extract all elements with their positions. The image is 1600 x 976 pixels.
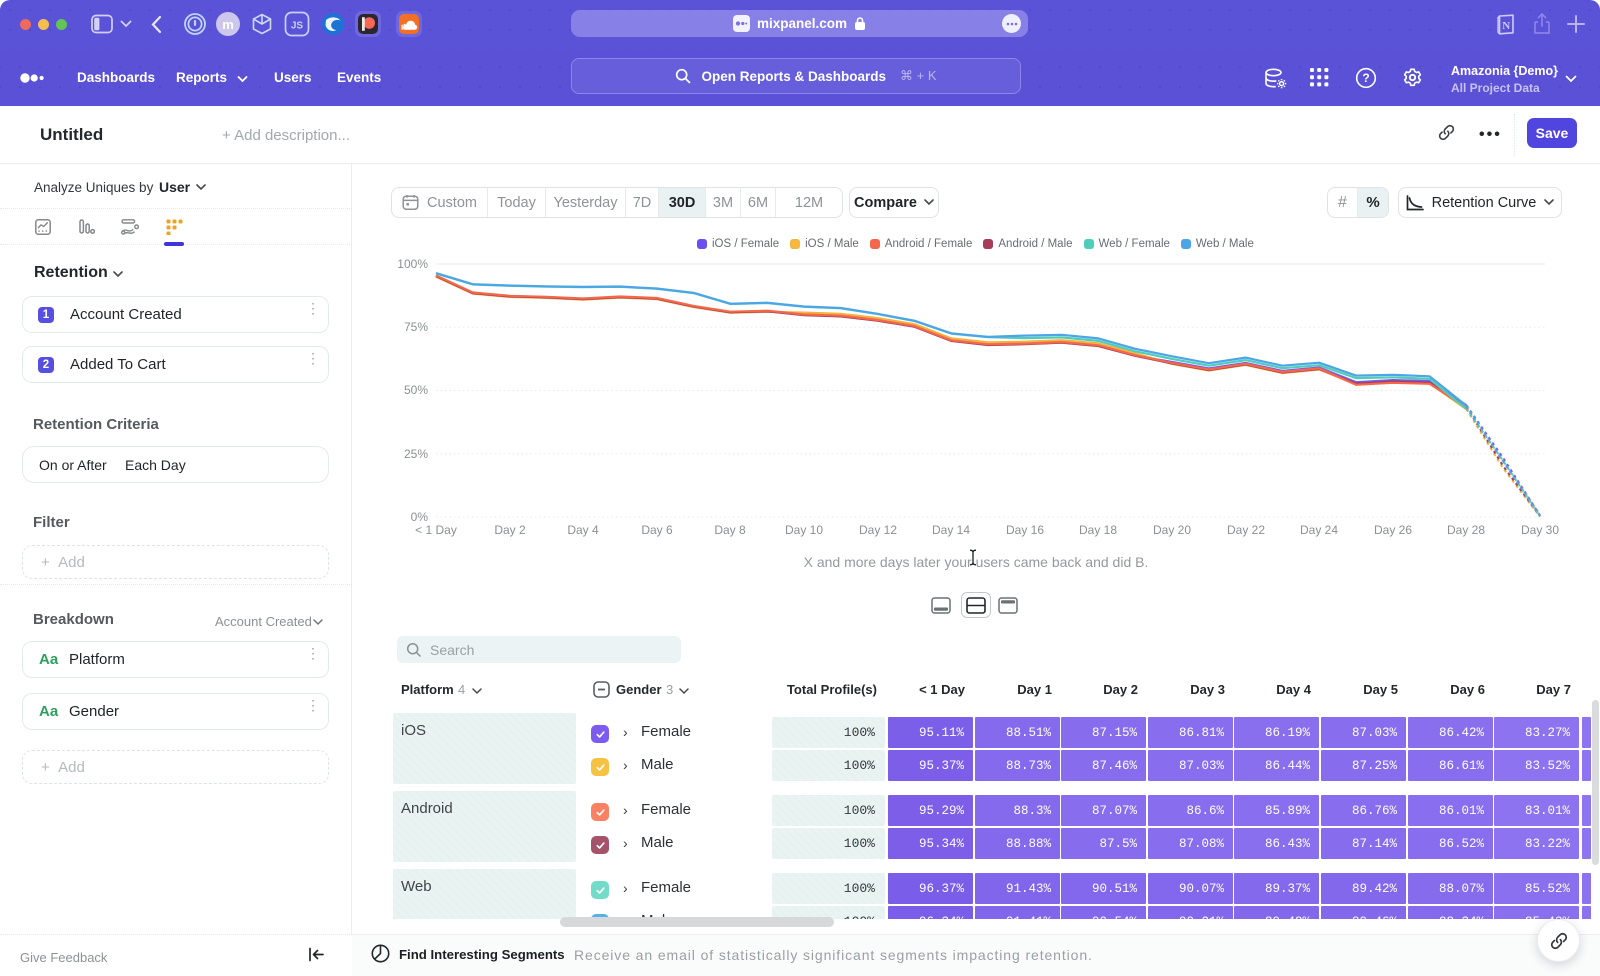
svg-text:Day 10: Day 10 — [785, 523, 823, 537]
svg-text:Day 26: Day 26 — [1374, 523, 1412, 537]
svg-text:Day 8: Day 8 — [714, 523, 746, 537]
svg-text:100%: 100% — [397, 257, 428, 271]
svg-text:0%: 0% — [411, 510, 429, 524]
svg-text:N: N — [1502, 20, 1510, 32]
svg-text:Day 6: Day 6 — [641, 523, 673, 537]
svg-text:Day 18: Day 18 — [1079, 523, 1117, 537]
svg-text:Day 12: Day 12 — [859, 523, 897, 537]
svg-text:< 1 Day: < 1 Day — [415, 523, 457, 537]
svg-text:?: ? — [1362, 71, 1369, 85]
svg-text:Day 28: Day 28 — [1447, 523, 1485, 537]
svg-text:25%: 25% — [404, 447, 428, 461]
svg-text:Day 16: Day 16 — [1006, 523, 1044, 537]
svg-text:Day 20: Day 20 — [1153, 523, 1191, 537]
svg-text:50%: 50% — [404, 383, 428, 397]
svg-text:Day 24: Day 24 — [1300, 523, 1338, 537]
svg-text:Day 30: Day 30 — [1521, 523, 1559, 537]
svg-text:75%: 75% — [404, 320, 428, 334]
svg-text:Day 2: Day 2 — [494, 523, 526, 537]
svg-text:JS: JS — [291, 21, 304, 32]
svg-text:Day 4: Day 4 — [567, 523, 599, 537]
svg-text:Day 22: Day 22 — [1227, 523, 1265, 537]
svg-text:Day 14: Day 14 — [932, 523, 970, 537]
